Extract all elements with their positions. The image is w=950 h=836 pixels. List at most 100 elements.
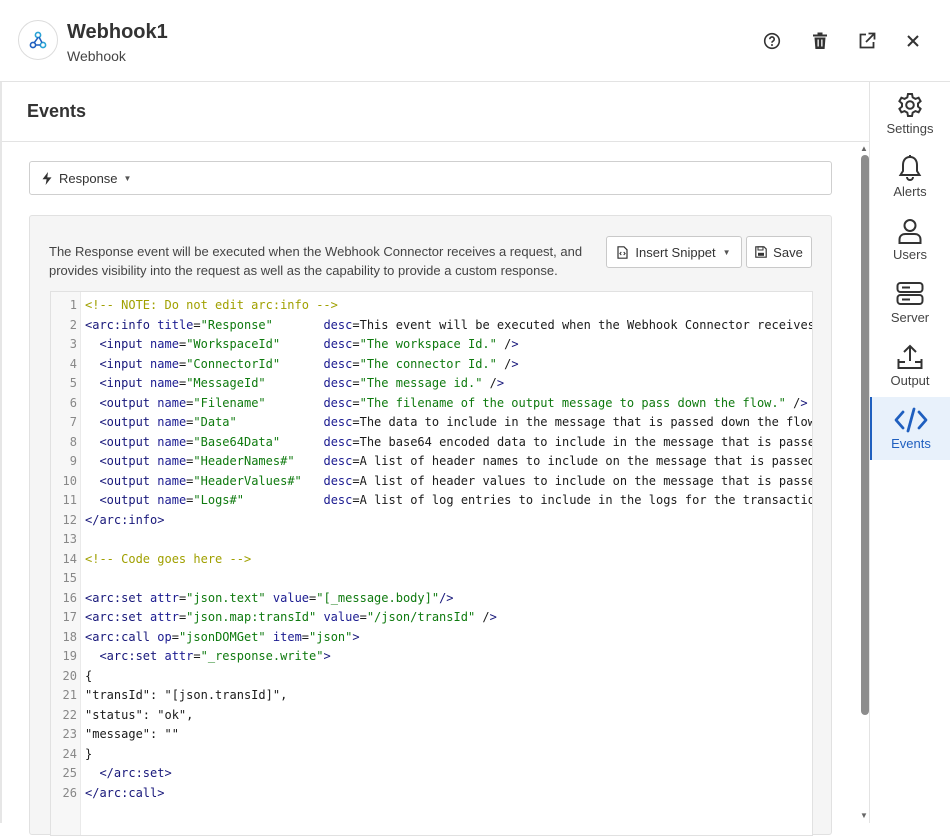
code-text: <input name="MessageId" desc="The messag… [99, 376, 505, 390]
line-number: 6 [69, 395, 77, 410]
code-line[interactable]: 18 <arc:call op="jsonDOMGet" item="json"> [51, 628, 812, 648]
scroll-down-icon[interactable]: ▼ [860, 811, 868, 820]
code-line[interactable]: 13 [51, 530, 812, 550]
code-text: "status": "ok", [85, 707, 194, 722]
help-icon[interactable] [759, 28, 785, 54]
code-line[interactable]: 23 "message": "" [51, 725, 812, 745]
code-line[interactable]: 16 <arc:set attr="json.text" value="[_mes… [51, 589, 812, 609]
code-text: <!-- Code goes here --> [85, 551, 252, 566]
code-editor[interactable]: 1 <!-- NOTE: Do not edit arc:info --> 2 <ar… [50, 291, 813, 836]
line-number: 3 [69, 337, 77, 351]
webhook-icon [18, 20, 58, 60]
scroll-thumb[interactable] [861, 155, 869, 715]
left-border [0, 82, 2, 823]
insert-snippet-label: Insert Snippet [635, 244, 716, 260]
chevron-down-icon: ▼ [123, 173, 132, 183]
code-line[interactable]: 11 <output name="Logs#" desc=A list of l… [51, 491, 813, 511]
insert-snippet-button[interactable]: Insert Snippet ▼ [606, 236, 742, 268]
event-type-dropdown[interactable]: Response ▼ [29, 161, 832, 195]
code-line[interactable]: 12 </arc:info> [51, 511, 812, 531]
line-number: 24 [62, 746, 77, 761]
code-text: <!-- NOTE: Do not edit arc:info --> [85, 298, 338, 312]
line-number: 15 [62, 571, 77, 585]
code-text: <output name="Logs#" desc=A list of log … [99, 493, 813, 507]
line-number: 25 [62, 766, 77, 780]
code-line[interactable]: 6 <output name="Filename" desc="The file… [51, 394, 812, 414]
code-line[interactable]: 3 <input name="WorkspaceId" desc="The wo… [51, 335, 812, 355]
external-link-icon[interactable] [854, 28, 880, 54]
event-panel: The Response event will be executed when… [29, 215, 832, 836]
rail-label-alerts: Alerts [893, 184, 927, 199]
code-line[interactable]: 1 <!-- NOTE: Do not edit arc:info --> [51, 296, 812, 316]
rail-label-output: Output [890, 373, 930, 388]
rail-label-users: Users [893, 247, 927, 262]
code-line[interactable]: 2 <arc:info title="Response" desc=This ev… [51, 316, 813, 336]
line-number: 1 [69, 298, 77, 312]
page-title: Events [27, 101, 87, 121]
rail-item-server[interactable]: Server [870, 271, 950, 334]
code-line[interactable]: 15 [51, 569, 812, 589]
line-number: 5 [69, 376, 77, 390]
code-line[interactable]: 19 <arc:set attr="_response.write"> [51, 647, 812, 667]
code-line[interactable]: 4 <input name="ConnectorId" desc="The co… [51, 355, 812, 375]
bolt-icon [42, 171, 52, 185]
code-line[interactable]: 21 "transId": "[json.transId]", [51, 686, 812, 706]
line-number: 20 [62, 668, 77, 683]
code-line[interactable]: 14 <!-- Code goes here --> [51, 550, 812, 570]
code-text: <arc:info title="Response" desc=This eve… [85, 317, 813, 332]
code-text: <input name="WorkspaceId" desc="The work… [99, 337, 519, 351]
app-subtitle: Webhook [67, 48, 126, 64]
line-number: 7 [69, 415, 77, 429]
code-text: <output name="HeaderValues#" desc=A list… [99, 473, 813, 488]
bell-icon [897, 153, 923, 183]
trash-icon[interactable] [807, 28, 833, 54]
line-number: 21 [62, 688, 77, 702]
code-line[interactable]: 26 </arc:call> [51, 784, 812, 804]
code-line[interactable]: 8 <output name="Base64Data" desc=The bas… [51, 433, 813, 453]
close-icon[interactable] [900, 28, 926, 54]
line-number: 10 [62, 473, 77, 488]
scroll-up-icon[interactable]: ▲ [860, 144, 868, 153]
line-number: 22 [62, 707, 77, 722]
code-text: <input name="ConnectorId" desc="The conn… [99, 356, 519, 371]
chevron-down-icon: ▼ [722, 247, 731, 257]
line-number: 19 [62, 649, 77, 663]
rail-item-output[interactable]: Output [870, 334, 950, 397]
rail-item-alerts[interactable]: Alerts [870, 145, 950, 208]
line-number: 17 [62, 610, 77, 624]
line-number: 2 [69, 317, 77, 332]
code-line[interactable]: 10 <output name="HeaderValues#" desc=A l… [51, 472, 813, 492]
gear-icon [896, 90, 924, 120]
code-line[interactable]: 17 <arc:set attr="json.map:transId" value… [51, 608, 812, 628]
code-text: <output name="Base64Data" desc=The base6… [99, 434, 813, 449]
code-text: </arc:call> [85, 785, 165, 800]
event-description: The Response event will be executed when… [49, 244, 583, 278]
rail-item-events[interactable]: Events [870, 397, 950, 460]
code-line[interactable]: 20 { [51, 667, 812, 687]
code-line[interactable]: 25 </arc:set> [51, 764, 812, 784]
rail-label-settings: Settings [886, 121, 934, 136]
line-number: 26 [62, 785, 77, 800]
rail-label-server: Server [890, 310, 930, 325]
save-button[interactable]: Save [746, 236, 812, 268]
modal-header: Webhook1 Webhook [0, 0, 950, 82]
code-line[interactable]: 22 "status": "ok", [51, 706, 812, 726]
code-text: <arc:set attr="json.text" value="[_messa… [85, 590, 454, 605]
code-text: "transId": "[json.transId]", [85, 688, 288, 702]
save-label: Save [773, 244, 803, 260]
line-number: 4 [69, 356, 77, 371]
line-number: 14 [62, 551, 77, 566]
code-line[interactable]: 5 <input name="MessageId" desc="The mess… [51, 374, 812, 394]
rail-item-users[interactable]: Users [870, 208, 950, 271]
line-number: 11 [62, 493, 77, 507]
code-text: <output name="Filename" desc="The filena… [99, 395, 808, 410]
code-line[interactable]: 24} [51, 745, 812, 765]
code-line[interactable]: 9 <output name="HeaderNames#" desc=A lis… [51, 452, 812, 472]
save-icon [755, 246, 767, 258]
server-icon [896, 279, 924, 309]
event-type-value: Response [59, 170, 118, 186]
code-line[interactable]: 7 <output name="Data" desc=The data to i… [51, 413, 812, 433]
rail-item-settings[interactable]: Settings [870, 82, 950, 145]
